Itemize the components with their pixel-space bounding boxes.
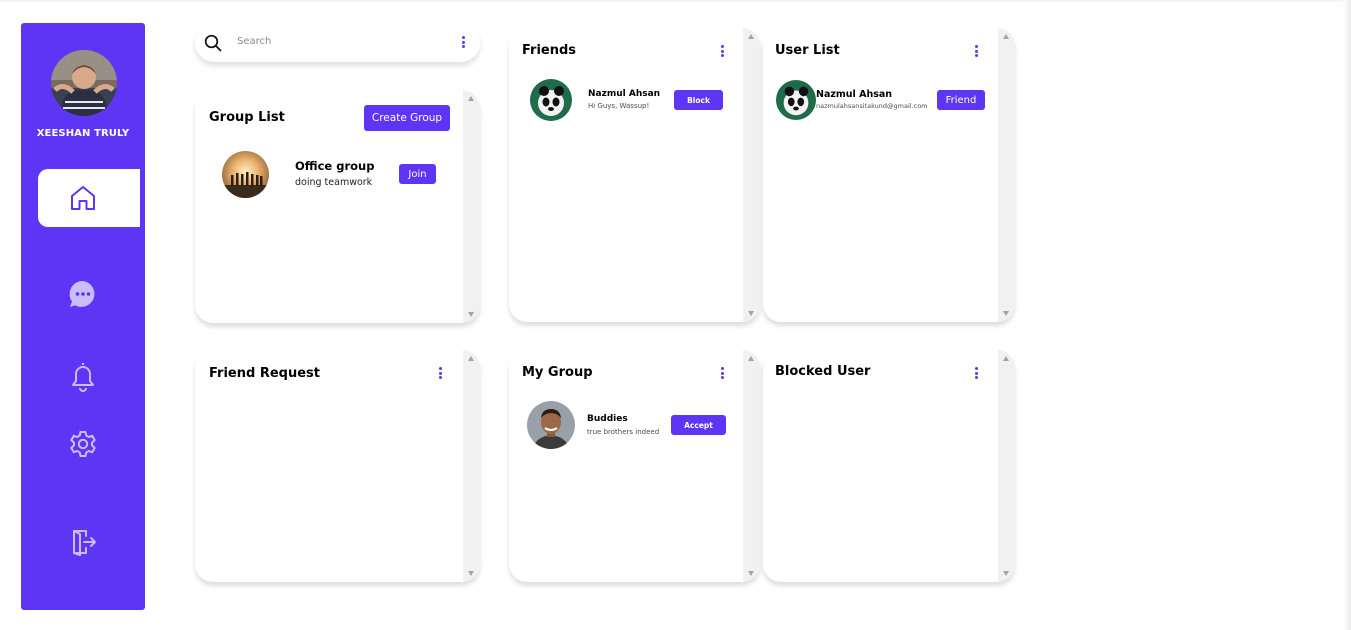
sidebar: XEESHAN TRULY [21,23,145,610]
my-group-card: My Group Buddies true brothers indeed Ac… [509,350,760,582]
window-edge-shadow [1343,0,1351,630]
friend-request-card: Friend Request [195,350,480,582]
card-title: Friends [522,43,577,58]
group-list-card: Group List Create Group Office group doi… [195,90,480,323]
user-list-card: User List Nazmul Ahsan nazmulahsansitaku… [763,28,1015,322]
more-vertical-icon[interactable] [973,367,979,381]
chat-icon[interactable] [67,278,99,310]
nav-home-indicator [140,169,145,227]
group-avatar [527,401,575,449]
scrollbar[interactable] [463,90,480,323]
profile-name: XEESHAN TRULY [36,128,130,139]
group-name: Office group [295,159,375,173]
scrollbar[interactable] [463,350,480,582]
scrollbar[interactable] [743,350,760,582]
scrollbar[interactable] [998,28,1015,322]
friends-card: Friends Nazmul Ahsan Hi Guys, Wassup! Bl… [509,28,760,322]
search-icon[interactable] [204,34,222,52]
scrollbar[interactable] [998,350,1015,582]
group-subtitle: doing teamwork [295,177,373,188]
friend-message: Hi Guys, Wassup! [588,102,650,110]
user-name: Nazmul Ahsan [816,89,893,100]
group-subtitle: true brothers indeed [587,428,660,436]
search-bar [195,24,480,62]
bell-icon[interactable] [67,360,99,392]
card-title: User List [775,43,840,58]
card-title: Blocked User [775,364,871,379]
top-divider [0,0,1351,2]
card-title: Friend Request [209,366,320,381]
search-input[interactable] [237,36,437,47]
more-vertical-icon[interactable] [719,367,725,381]
more-vertical-icon[interactable] [719,45,725,59]
settings-icon[interactable] [67,428,99,460]
card-title: Group List [209,110,285,125]
group-name: Buddies [587,414,628,424]
friend-avatar [530,79,572,121]
user-avatar [776,80,816,120]
card-title: My Group [522,365,593,380]
block-button[interactable]: Block [674,90,723,110]
group-avatar [222,151,269,198]
scrollbar[interactable] [743,28,760,322]
friend-button[interactable]: Friend [937,90,985,110]
logout-icon[interactable] [67,526,99,558]
profile-avatar[interactable] [51,50,117,116]
accept-button[interactable]: Accept [671,415,726,435]
blocked-user-card: Blocked User [763,350,1015,582]
friend-name: Nazmul Ahsan [588,89,661,99]
create-group-button[interactable]: Create Group [364,105,450,131]
join-button[interactable]: Join [399,164,436,184]
home-icon[interactable] [67,182,99,214]
more-vertical-icon[interactable] [437,367,443,381]
more-vertical-icon[interactable] [460,36,466,50]
more-vertical-icon[interactable] [973,45,979,59]
user-email: nazmulahsansitakund@gmail.com [816,102,928,110]
